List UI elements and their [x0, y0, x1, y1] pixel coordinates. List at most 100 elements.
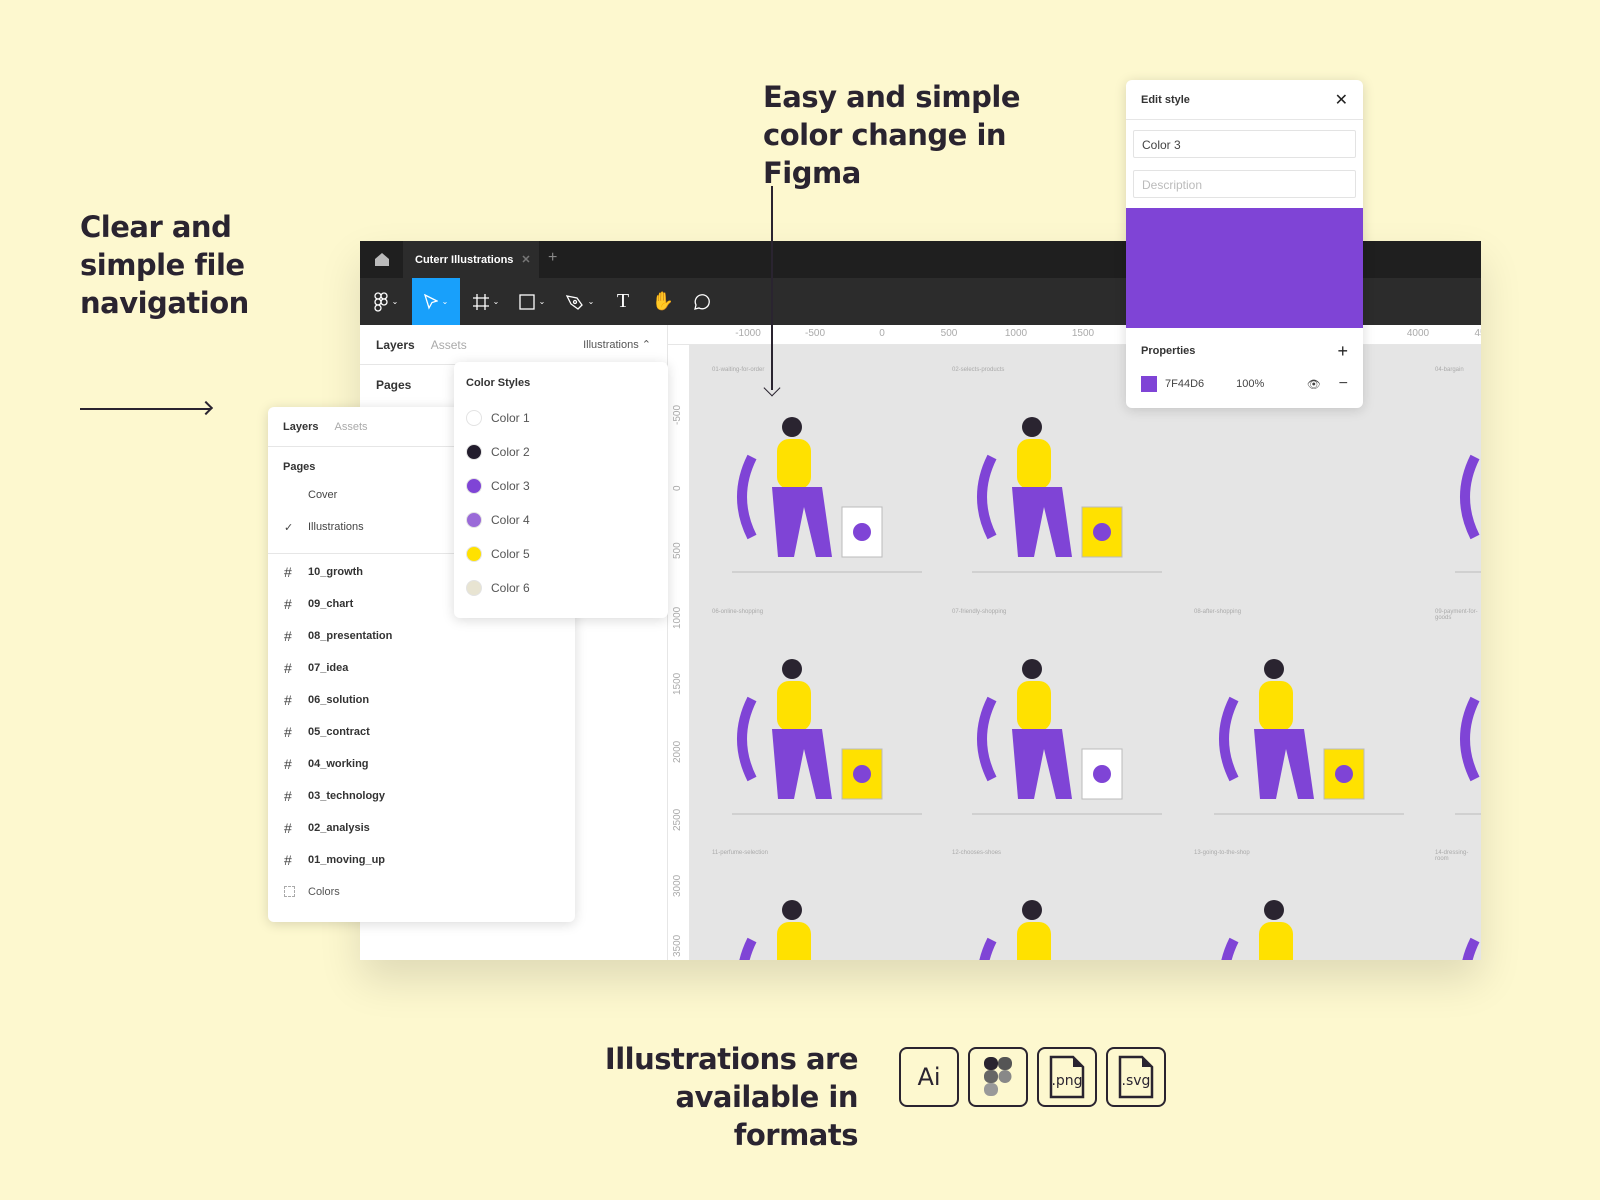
layer-item[interactable]: #02_analysis: [268, 812, 575, 844]
layer-item-colors[interactable]: Colors: [268, 876, 575, 908]
navigation-headline: Clear and simple file navigation: [80, 210, 249, 320]
hex-value[interactable]: 7F44D6: [1165, 378, 1204, 390]
page-selector[interactable]: Illustrations ⌃: [583, 338, 651, 351]
layer-name: 01_moving_up: [308, 854, 386, 866]
color-style-item[interactable]: Color 5: [454, 537, 668, 571]
figma-menu-icon[interactable]: ⌄: [360, 278, 412, 325]
illustration: [732, 417, 922, 573]
ruler-tick: 2500: [672, 808, 683, 831]
frame-label: 08-after-shopping: [1194, 609, 1242, 615]
ruler-tick: 1500: [672, 672, 683, 695]
color-style-item[interactable]: Color 2: [454, 435, 668, 469]
canvas[interactable]: 01-waiting-for-order 02-selects-products…: [690, 345, 1481, 960]
ruler-tick: 3000: [672, 874, 683, 897]
check-icon: ✓: [284, 521, 294, 534]
close-tab-icon[interactable]: ✕: [521, 253, 530, 266]
color-dot-icon: [466, 512, 482, 528]
layer-item[interactable]: #05_contract: [268, 716, 575, 748]
color-style-name: Color 5: [491, 547, 530, 561]
frame-label: 12-chooses-shoes: [952, 850, 1002, 856]
file-tab[interactable]: Cuterr Illustrations ✕: [403, 241, 539, 278]
layer-item[interactable]: #01_moving_up: [268, 844, 575, 876]
frame-icon[interactable]: ⌄: [464, 278, 508, 325]
frame-label: 14-dressing-room: [1435, 850, 1469, 862]
layer-name: 03_technology: [308, 790, 386, 802]
page-name: Cover: [308, 489, 338, 501]
layer-item[interactable]: #03_technology: [268, 780, 575, 812]
hand-icon[interactable]: ✋: [646, 278, 680, 325]
figma-format-icon: [968, 1047, 1028, 1107]
svg-format-icon: .svg: [1106, 1047, 1166, 1107]
fill-swatch[interactable]: [1141, 376, 1157, 392]
layer-name: 05_contract: [308, 726, 370, 738]
rectangle-icon[interactable]: ⌄: [510, 278, 554, 325]
frame-icon: #: [284, 596, 292, 612]
edit-style-panel: Edit style ✕ Color 3 Description Propert…: [1126, 80, 1363, 408]
text-icon[interactable]: T: [606, 278, 640, 325]
pointer-line: [771, 186, 773, 390]
ruler-tick: 1000: [672, 606, 683, 629]
frame-label: 06-online-shopping: [712, 609, 764, 615]
layer-name: Colors: [308, 886, 340, 898]
color-style-item[interactable]: Color 4: [454, 503, 668, 537]
layer-name: 10_growth: [308, 566, 364, 578]
frame-label: 04-bargain: [1435, 367, 1464, 373]
tab-layers[interactable]: Layers: [283, 421, 318, 433]
color-style-item[interactable]: Color 6: [454, 571, 668, 605]
eye-icon[interactable]: 👁: [1307, 378, 1321, 391]
ruler-tick: 45: [1474, 328, 1481, 339]
page-name: Illustrations: [308, 521, 364, 533]
layer-item[interactable]: #08_presentation: [268, 620, 575, 652]
pen-icon[interactable]: ⌄: [558, 278, 602, 325]
illustration: [972, 659, 1162, 815]
tab-layers[interactable]: Layers: [376, 338, 415, 352]
formats-headline: Illustrations are available in formats: [604, 1042, 859, 1152]
frame-icon: #: [284, 820, 292, 836]
layer-item[interactable]: #04_working: [268, 748, 575, 780]
frame-label: 13-going-to-the-shop: [1194, 850, 1250, 856]
color-style-name: Color 2: [491, 445, 530, 459]
remove-property-icon[interactable]: −: [1339, 375, 1348, 393]
description-input[interactable]: Description: [1133, 170, 1356, 198]
illustration: [1221, 900, 1293, 960]
color-style-item[interactable]: Color 3: [454, 469, 668, 503]
layer-item[interactable]: #07_idea: [268, 652, 575, 684]
layer-name: 09_chart: [308, 598, 354, 610]
close-icon[interactable]: ✕: [1335, 90, 1348, 110]
comment-icon[interactable]: [684, 278, 718, 325]
ruler-tick: 0: [672, 485, 683, 491]
color-style-name: Color 4: [491, 513, 530, 527]
illustration: [979, 900, 1051, 960]
illustration: [1455, 696, 1481, 815]
frame-icon: #: [284, 564, 292, 580]
ruler-tick: 1000: [1004, 328, 1028, 339]
edit-style-title: Edit style: [1141, 93, 1190, 106]
layer-name: 08_presentation: [308, 630, 393, 642]
ruler-tick: 2000: [672, 740, 683, 763]
illustration: [739, 900, 811, 960]
color-dot-icon: [466, 444, 482, 460]
properties-label: Properties: [1141, 345, 1196, 357]
frame-label: 02-selects-products: [952, 367, 1005, 373]
opacity-value[interactable]: 100%: [1236, 378, 1264, 390]
ruler-tick: -500: [804, 328, 826, 339]
color-style-item[interactable]: Color 1: [454, 401, 668, 435]
tab-assets[interactable]: Assets: [334, 421, 367, 433]
color-styles-popup: Color Styles Color 1 Color 2 Color 3 Color …: [454, 362, 668, 618]
illustration: [1462, 937, 1480, 960]
home-icon[interactable]: [360, 241, 403, 278]
tab-assets[interactable]: Assets: [431, 338, 467, 352]
move-icon[interactable]: ⌄: [412, 278, 460, 325]
format-icons: Ai .png .svg: [899, 1047, 1166, 1107]
frame-icon: #: [284, 724, 292, 740]
style-name-input[interactable]: Color 3: [1133, 130, 1356, 158]
frame-label: 01-waiting-for-order: [712, 367, 765, 373]
dashed-frame-icon: [284, 884, 308, 900]
new-tab-icon[interactable]: +: [548, 249, 557, 267]
color-style-name: Color 6: [491, 581, 530, 595]
ruler-tick: 500: [940, 328, 958, 339]
add-property-icon[interactable]: +: [1337, 341, 1348, 362]
layer-item[interactable]: #06_solution: [268, 684, 575, 716]
ruler-tick: -1000: [735, 328, 761, 339]
frame-icon: #: [284, 852, 292, 868]
